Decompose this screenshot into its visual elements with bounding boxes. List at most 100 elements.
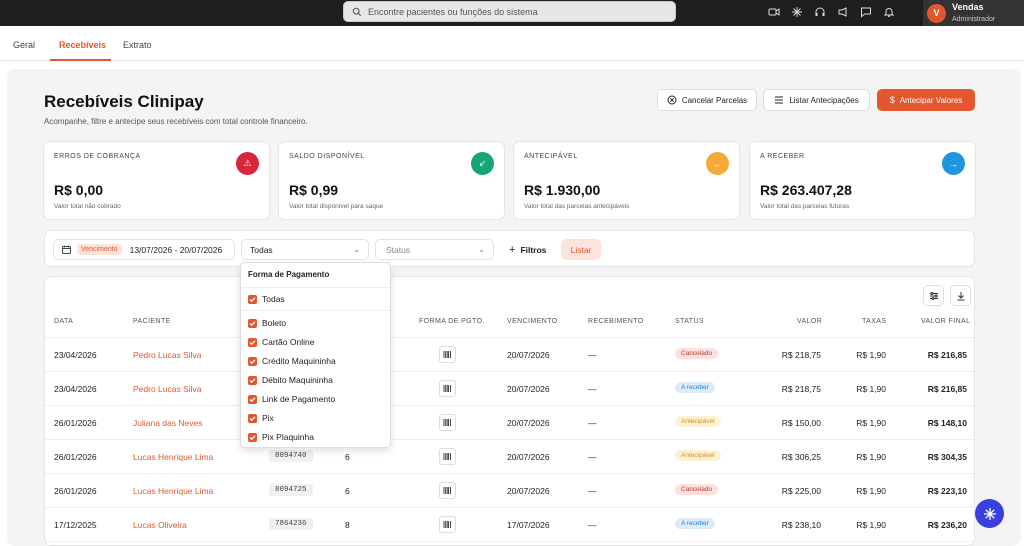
- option-label: Boleto: [262, 318, 287, 328]
- card-label: ANTECIPÁVEL: [524, 153, 578, 160]
- row-date: 23/04/2026: [54, 350, 97, 360]
- table-row[interactable]: 23/04/2026 Pedro Lucas Silva 20/07/2026 — Ca…: [45, 338, 974, 372]
- bell-icon[interactable]: [883, 5, 895, 18]
- list-icon: [775, 96, 784, 104]
- payment-option[interactable]: Débito Maquininha: [248, 375, 333, 385]
- cancel-installments-button[interactable]: Cancelar Parcelas: [657, 89, 757, 111]
- payment-option[interactable]: Link de Pagamento: [248, 394, 335, 404]
- table-row[interactable]: 17/12/2025 Lucas Oliveira 7864236 8 17/07/20…: [45, 508, 974, 542]
- row-patient-link[interactable]: Lucas Henrique Lima: [133, 486, 213, 496]
- row-fee: R$ 1,90: [856, 520, 886, 530]
- filters-button[interactable]: + Filtros: [503, 239, 553, 260]
- list-button[interactable]: Listar: [561, 239, 601, 260]
- payment-option[interactable]: Crédito Maquininha: [248, 356, 336, 366]
- row-date: 17/12/2025: [54, 520, 97, 530]
- page-subtitle: Acompanhe, filtre e antecipe seus recebí…: [44, 117, 308, 126]
- arrow-left-icon: ←: [706, 152, 729, 175]
- col-status: STATUS: [675, 318, 704, 325]
- user-role: Administrador: [952, 15, 996, 23]
- status-select[interactable]: Status ⌄: [375, 239, 494, 260]
- status-badge: A receber: [675, 518, 715, 529]
- row-due-date: 20/07/2026: [507, 486, 550, 496]
- sparkle-icon[interactable]: [791, 5, 803, 17]
- col-patient: PACIENTE: [133, 318, 171, 325]
- barcode-icon: [439, 482, 456, 499]
- page-title: Recebíveis Clinipay: [44, 92, 204, 111]
- to-receive-card: A RECEBER → R$ 263.407,28 Valor total da…: [749, 141, 976, 220]
- status-badge: Antecipável: [675, 416, 721, 427]
- tab-recebiveis[interactable]: Recebíveis: [59, 40, 106, 50]
- row-code: 7864236: [269, 518, 313, 530]
- payment-option[interactable]: Boleto: [248, 318, 286, 328]
- row-final-value: R$ 216,85: [927, 350, 967, 360]
- checkbox-checked-icon: [248, 394, 257, 404]
- row-patient-link[interactable]: Juliana das Neves: [133, 418, 202, 428]
- checkbox-checked-icon: [248, 375, 257, 385]
- card-subtitle: Valor total não cobrado: [54, 203, 121, 210]
- status-badge: A receber: [675, 382, 715, 393]
- row-patient-link[interactable]: Lucas Oliveira: [133, 520, 187, 530]
- tab-extrato[interactable]: Extrato: [123, 40, 152, 50]
- status-badge: Antecipável: [675, 450, 721, 461]
- table-row[interactable]: 26/01/2026 Juliana das Neves 20/07/2026 — An…: [45, 406, 974, 440]
- row-date: 26/01/2026: [54, 418, 97, 428]
- row-received: —: [588, 384, 597, 394]
- filters-label: Filtros: [520, 244, 547, 255]
- checkbox-checked-icon: [248, 356, 257, 366]
- date-range-value: 13/07/2026 - 20/07/2026: [129, 244, 223, 255]
- date-range-filter[interactable]: Vencimento 13/07/2026 - 20/07/2026: [53, 239, 235, 260]
- payment-option[interactable]: Pix Plaquinha: [248, 432, 314, 442]
- arrow-down-left-icon: ↙: [471, 152, 494, 175]
- tab-geral[interactable]: Geral: [13, 40, 35, 50]
- checkbox-checked-icon: [248, 294, 257, 304]
- row-installments: 6: [345, 486, 350, 496]
- video-icon[interactable]: [768, 5, 780, 17]
- download-icon: [957, 291, 964, 300]
- columns-settings-button[interactable]: [923, 285, 944, 306]
- col-fees: TAXAS: [862, 318, 887, 325]
- download-button[interactable]: [950, 285, 971, 306]
- col-received: RECEBIMENTO: [588, 318, 644, 325]
- row-final-value: R$ 304,35: [927, 452, 967, 462]
- row-final-value: R$ 148,10: [927, 418, 967, 428]
- sliders-icon: [929, 291, 938, 300]
- table-row[interactable]: 23/04/2026 Pedro Lucas Silva 20/07/2026 — A …: [45, 372, 974, 406]
- card-subtitle: Valor total das parcelas antecipáveis: [524, 203, 630, 210]
- search-input[interactable]: Encontre pacientes ou funções do sistema: [343, 1, 676, 22]
- headset-icon[interactable]: [814, 5, 826, 17]
- list-anticipations-label: Listar Antecipações: [789, 95, 859, 105]
- filter-bar: Vencimento 13/07/2026 - 20/07/2026 Todas…: [44, 230, 975, 267]
- barcode-icon: [439, 380, 456, 397]
- receivables-table: DATA PACIENTE FORMA DE PGTO. VENCIMENTO …: [44, 276, 975, 546]
- table-row[interactable]: 26/01/2026 Lucas Henrique Lima 8094740 6 20/…: [45, 440, 974, 474]
- row-due-date: 20/07/2026: [507, 384, 550, 394]
- row-installments: 8: [345, 520, 350, 530]
- row-patient-link[interactable]: Lucas Henrique Lima: [133, 452, 213, 462]
- row-patient-link[interactable]: Pedro Lucas Silva: [133, 384, 202, 394]
- barcode-icon: [439, 346, 456, 363]
- chat-icon[interactable]: [860, 5, 872, 18]
- row-received: —: [588, 452, 597, 462]
- row-patient-link[interactable]: Pedro Lucas Silva: [133, 350, 202, 360]
- payment-option[interactable]: Pix: [248, 413, 274, 423]
- barcode-icon: [439, 448, 456, 465]
- card-value: R$ 0,00: [54, 182, 104, 198]
- user-menu[interactable]: V Vendas Administrador: [923, 0, 1024, 26]
- row-fee: R$ 1,90: [856, 384, 886, 394]
- list-label: Listar: [570, 244, 592, 255]
- row-value: R$ 225,00: [781, 486, 821, 496]
- assistant-fab[interactable]: [975, 499, 1004, 528]
- row-due-date: 20/07/2026: [507, 350, 550, 360]
- anticipate-values-button[interactable]: $ Antecipar Valores: [877, 89, 975, 111]
- card-value: R$ 263.407,28: [760, 182, 852, 198]
- checkbox-checked-icon: [248, 432, 257, 442]
- option-all[interactable]: Todas: [248, 294, 285, 304]
- payment-method-select[interactable]: Todas ⌄: [241, 239, 369, 260]
- row-received: —: [588, 350, 597, 360]
- row-fee: R$ 1,90: [856, 350, 886, 360]
- payment-option[interactable]: Cartão Online: [248, 337, 314, 347]
- announcement-icon[interactable]: [837, 5, 849, 17]
- list-anticipations-button[interactable]: Listar Antecipações: [763, 89, 870, 111]
- table-row[interactable]: 26/01/2026 Lucas Henrique Lima 8094725 6 20/…: [45, 474, 974, 508]
- calendar-icon: [62, 245, 71, 254]
